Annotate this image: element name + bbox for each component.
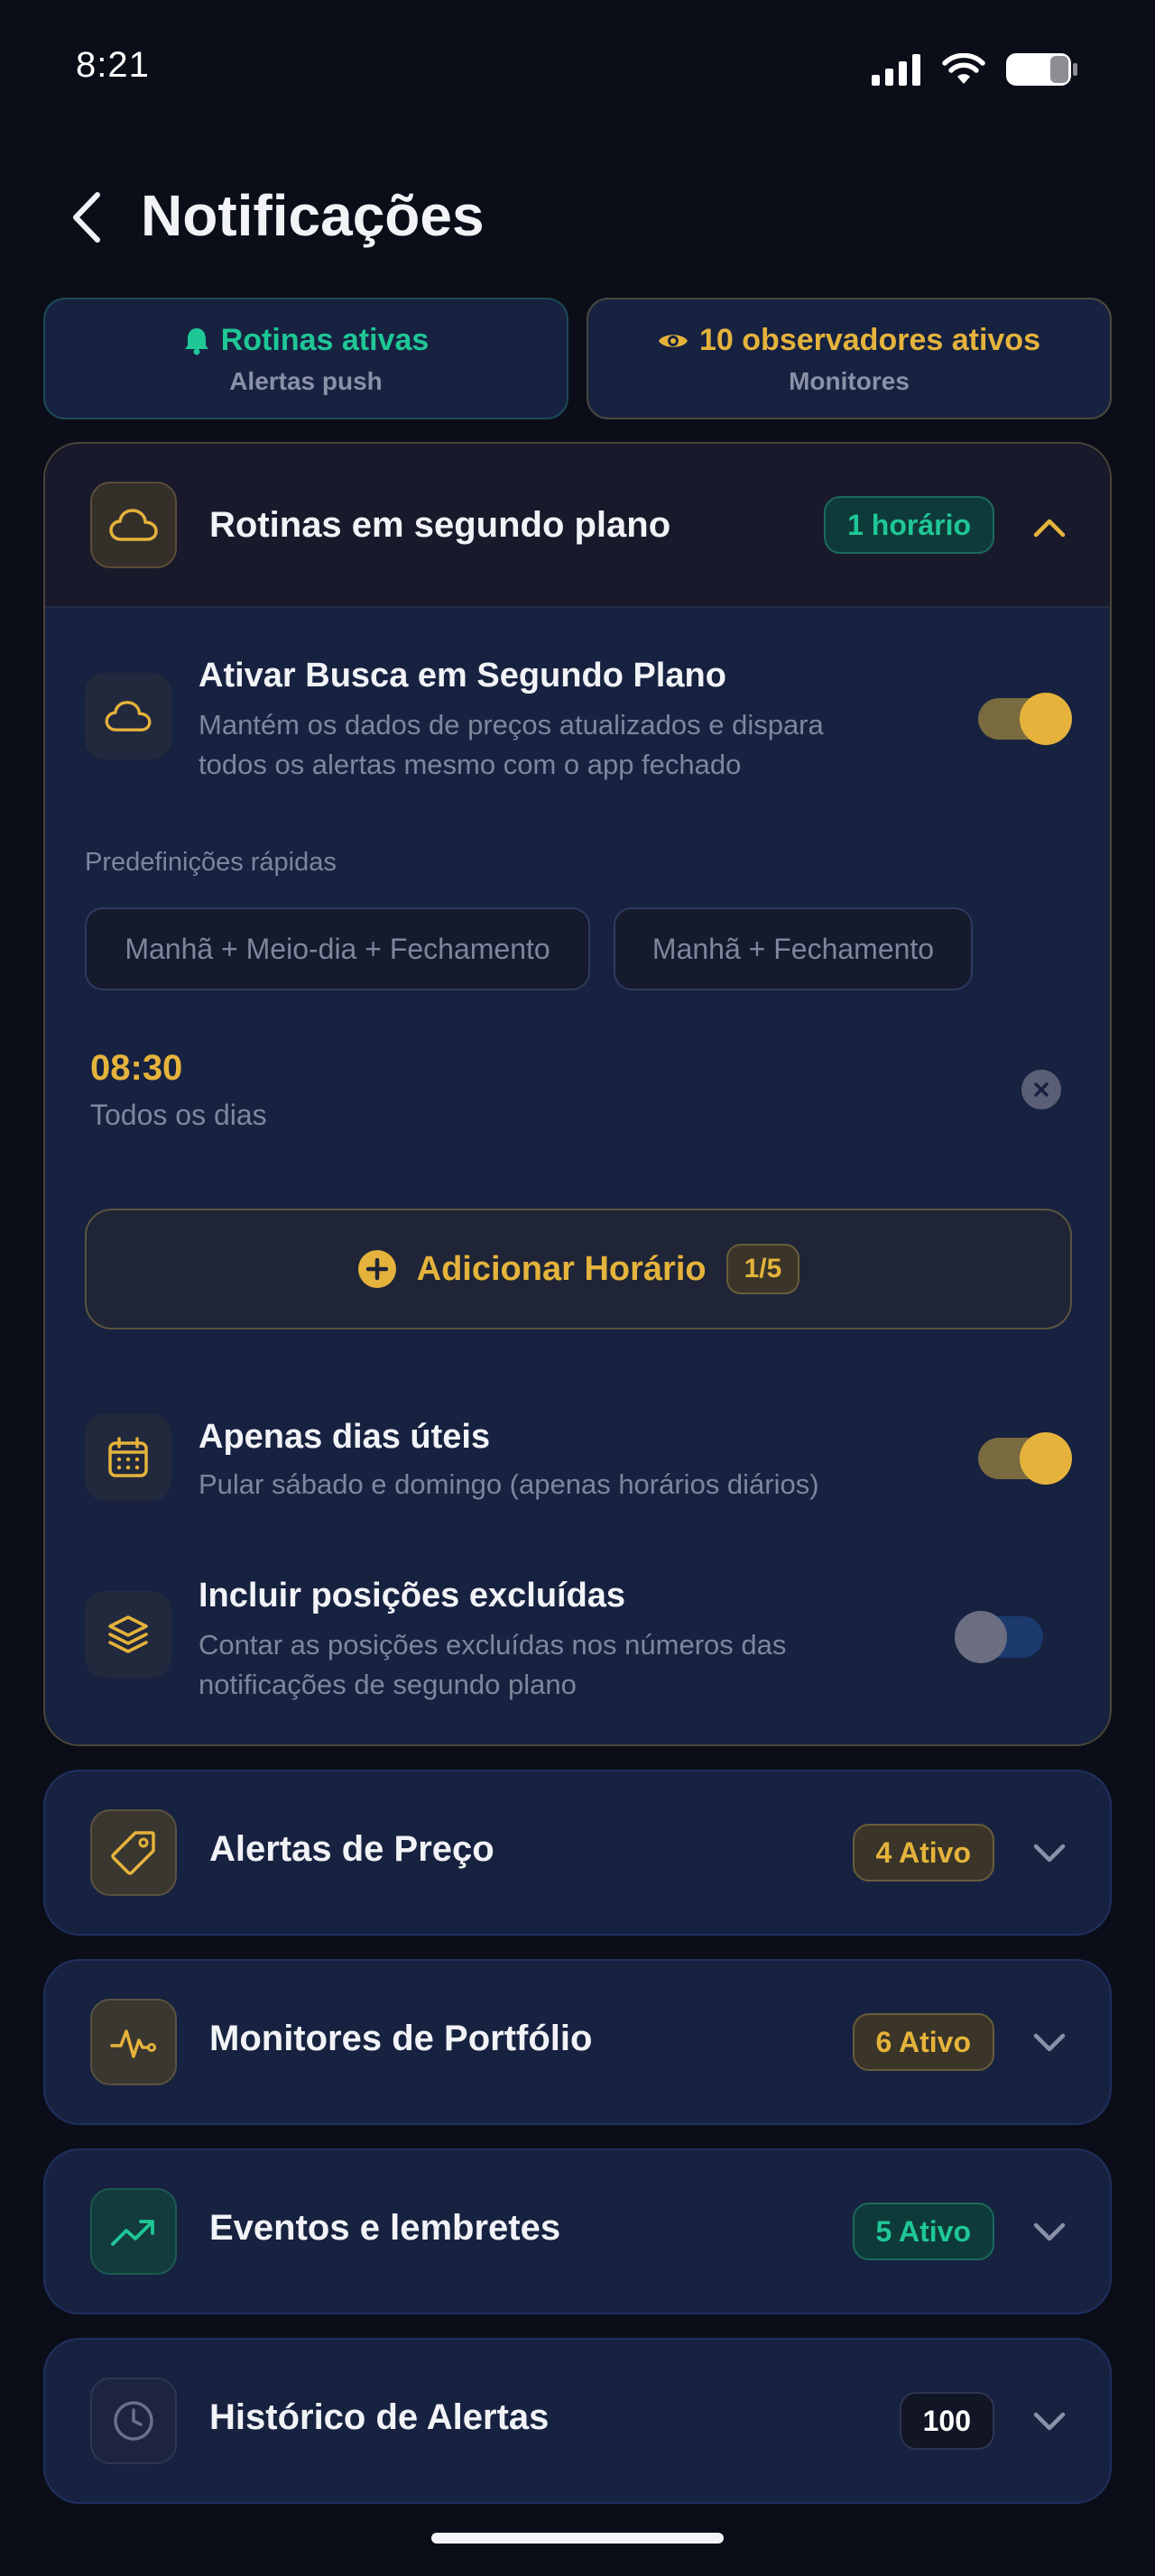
schedule-repeat: Todos os dias — [90, 1099, 267, 1131]
trending-up-icon-tile — [90, 2188, 177, 2275]
portfolio-monitors-badge: 6 Ativo — [852, 2013, 994, 2071]
pulse-icon — [110, 2029, 156, 2058]
signal-icon — [872, 54, 920, 86]
calendar-icon — [108, 1437, 148, 1477]
background-routines-panel: Rotinas em segundo plano 1 horário Ativa… — [43, 442, 1112, 1746]
preset-morning-midday-close[interactable]: Manhã + Meio-dia + Fechamento — [85, 907, 590, 990]
weekdays-only-toggle[interactable] — [978, 1432, 1072, 1485]
add-time-button[interactable]: Adicionar Horário 1/5 — [85, 1209, 1072, 1329]
alert-history-section[interactable]: Histórico de Alertas 100 — [43, 2338, 1112, 2504]
schedule-time[interactable]: 08:30 — [90, 1048, 182, 1089]
header: Notificações — [0, 171, 1155, 262]
chevron-down-icon — [1033, 2222, 1066, 2241]
cloud-row-icon — [85, 673, 171, 759]
page-title: Notificações — [141, 183, 485, 248]
chevron-down-icon — [1033, 2033, 1066, 2052]
status-bar: 8:21 — [0, 0, 1155, 135]
trending-up-icon — [111, 2220, 154, 2246]
status-icons — [872, 52, 1079, 87]
toggle-knob — [1020, 1432, 1072, 1485]
status-time: 8:21 — [76, 45, 150, 85]
price-alerts-section[interactable]: Alertas de Preço 4 Ativo — [43, 1770, 1112, 1936]
events-reminders-section[interactable]: Eventos e lembretes 5 Ativo — [43, 2148, 1112, 2314]
routines-summary-label: Rotinas ativas — [220, 323, 430, 357]
add-time-count: 1/5 — [725, 1244, 800, 1294]
alert-history-badge: 100 — [899, 2392, 994, 2450]
pulse-icon-tile — [90, 1999, 177, 2085]
price-alerts-badge: 4 Ativo — [852, 1824, 994, 1881]
eye-icon — [659, 334, 688, 347]
chevron-up-icon — [1033, 519, 1066, 538]
routines-summary-card[interactable]: Rotinas ativas Alertas push — [43, 298, 568, 419]
wifi-icon — [942, 53, 985, 84]
clock-icon — [114, 2401, 153, 2441]
include-excluded-description: Contar as posições excluídas nos números… — [199, 1629, 787, 1700]
routines-summary-title: Rotinas ativas — [45, 323, 567, 358]
include-excluded-toggle[interactable] — [955, 1611, 1043, 1663]
weekdays-only-title: Apenas dias úteis — [199, 1418, 491, 1456]
clock-icon-tile — [90, 2378, 177, 2464]
close-icon — [1034, 1082, 1049, 1097]
enable-background-description: Mantém os dados de preços atualizados e … — [199, 709, 824, 780]
observers-summary-label: 10 observadores ativos — [699, 323, 1040, 357]
events-reminders-title: Eventos e lembretes — [209, 2208, 561, 2248]
background-routines-title: Rotinas em segundo plano — [209, 505, 671, 545]
plus-circle-icon — [357, 1250, 396, 1288]
observers-summary-subtitle: Monitores — [789, 367, 910, 395]
weekdays-only-description: Pular sábado e domingo (apenas horários … — [199, 1468, 819, 1500]
layers-row-icon — [85, 1591, 171, 1678]
observers-summary-title: 10 observadores ativos — [588, 323, 1110, 358]
cloud-icon — [105, 701, 152, 731]
cloud-icon — [109, 509, 158, 541]
presets-label: Predefinições rápidas — [85, 848, 337, 877]
bell-icon — [184, 327, 208, 354]
tag-icon-tile — [90, 1809, 177, 1896]
collapse-button[interactable] — [1027, 505, 1072, 550]
remove-time-button[interactable] — [1021, 1070, 1061, 1109]
back-button[interactable] — [60, 186, 114, 249]
events-reminders-badge: 5 Ativo — [852, 2203, 994, 2260]
observers-summary-card[interactable]: 10 observadores ativos Monitores — [587, 298, 1112, 419]
toggle-knob — [955, 1611, 1007, 1663]
background-routines-header[interactable]: Rotinas em segundo plano 1 horário — [45, 444, 1110, 608]
routines-summary-subtitle: Alertas push — [229, 367, 383, 395]
cloud-icon-tile — [90, 482, 177, 568]
schedule-count-badge: 1 horário — [824, 496, 994, 554]
portfolio-monitors-title: Monitores de Portfólio — [209, 2019, 593, 2058]
expand-button[interactable] — [1027, 2399, 1072, 2444]
add-time-label: Adicionar Horário — [416, 1249, 707, 1288]
enable-background-title: Ativar Busca em Segundo Plano — [199, 657, 726, 695]
include-excluded-title: Incluir posições excluídas — [199, 1577, 626, 1615]
portfolio-monitors-section[interactable]: Monitores de Portfólio 6 Ativo — [43, 1959, 1112, 2125]
price-alerts-title: Alertas de Preço — [209, 1829, 494, 1869]
expand-button[interactable] — [1027, 1831, 1072, 1876]
preset-morning-close[interactable]: Manhã + Fechamento — [614, 907, 973, 990]
calendar-row-icon — [85, 1414, 171, 1501]
chevron-down-icon — [1033, 2412, 1066, 2431]
tag-icon — [111, 1831, 155, 1875]
expand-button[interactable] — [1027, 2210, 1072, 2255]
chevron-down-icon — [1033, 1844, 1066, 1863]
layers-icon — [108, 1615, 148, 1653]
expand-button[interactable] — [1027, 2020, 1072, 2065]
toggle-knob — [1020, 693, 1072, 745]
chevron-left-icon — [73, 192, 100, 243]
enable-background-toggle[interactable] — [978, 693, 1072, 745]
alert-history-title: Histórico de Alertas — [209, 2397, 550, 2437]
battery-icon — [1006, 53, 1077, 86]
home-indicator[interactable] — [431, 2533, 724, 2544]
